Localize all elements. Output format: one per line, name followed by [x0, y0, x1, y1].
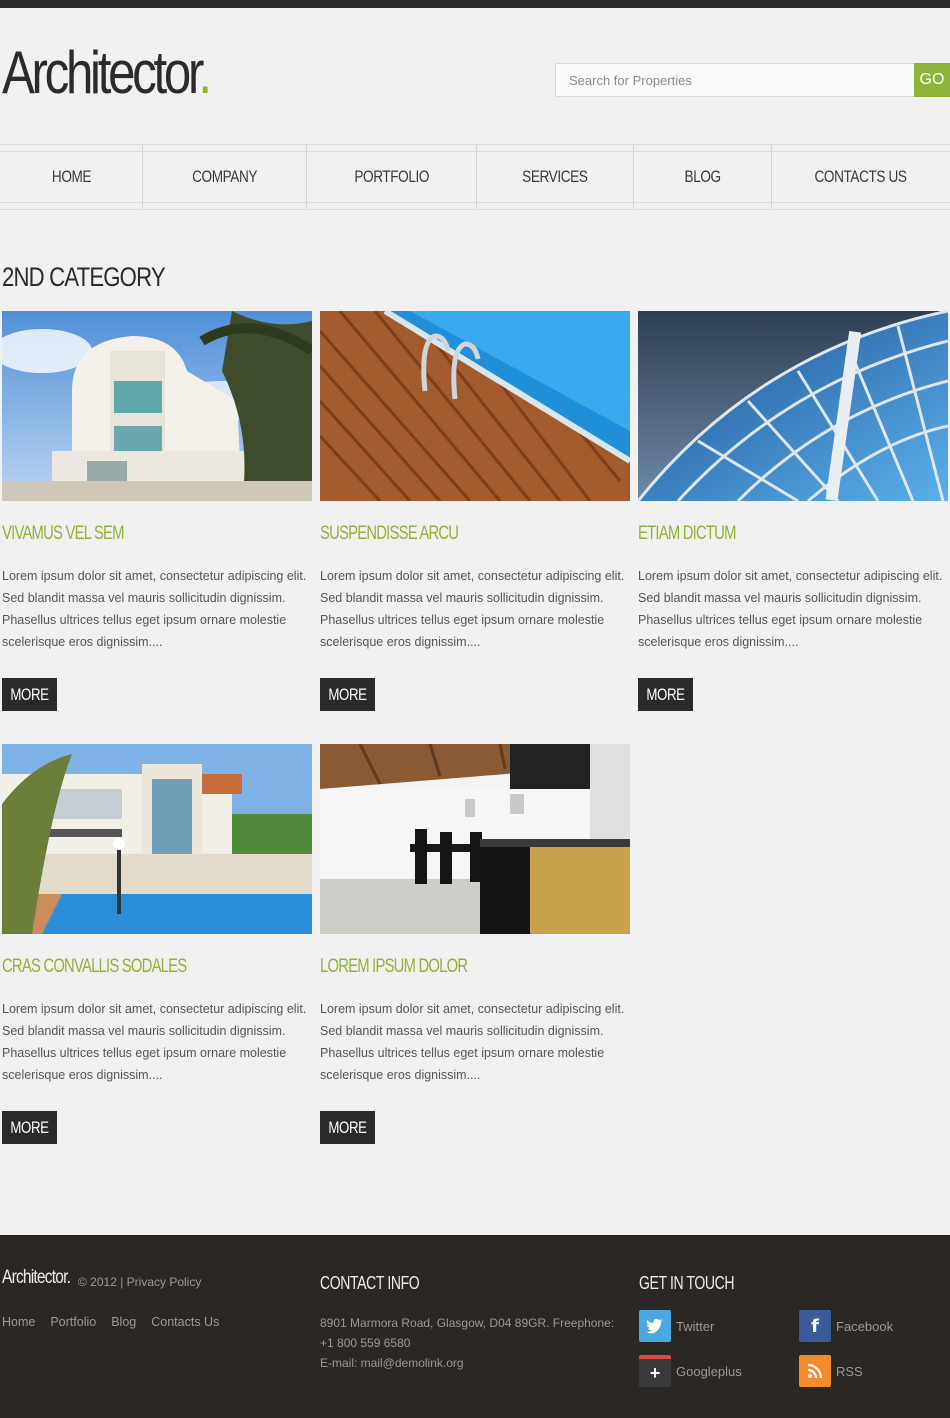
card: ETIAM DICTUM Lorem ipsum dolor sit amet,… — [638, 311, 948, 711]
more-button[interactable]: MORE — [320, 1111, 375, 1144]
footer-copyright[interactable]: © 2012 | Privacy Policy — [78, 1275, 201, 1289]
social-heading: GET IN TOUCH — [639, 1273, 735, 1293]
card-title[interactable]: VIVAMUS VEL SEM — [2, 523, 244, 547]
top-bar — [0, 0, 950, 8]
nav-item-home[interactable]: HOME — [0, 145, 142, 209]
social-link-twitter[interactable]: Twitter — [639, 1310, 714, 1342]
facebook-icon: f — [799, 1310, 831, 1342]
social-link-googleplus[interactable]: + Googleplus — [639, 1355, 742, 1387]
twitter-icon — [639, 1310, 671, 1342]
footer-logo[interactable]: Architector. — [2, 1267, 71, 1289]
footer-link-home[interactable]: Home — [2, 1315, 35, 1329]
card-text: Lorem ipsum dolor sit amet, consectetur … — [2, 569, 307, 649]
social-link-facebook[interactable]: f Facebook — [799, 1310, 893, 1342]
nav-item-blog[interactable]: BLOG — [634, 145, 771, 209]
footer: Architector. © 2012 | Privacy Policy Hom… — [0, 1235, 950, 1418]
search-input[interactable] — [555, 63, 915, 97]
footer-links: Home Portfolio Blog Contacts Us — [2, 1315, 219, 1329]
main-nav: HOME COMPANY PORTFOLIO SERVICES BLOG CON… — [0, 144, 950, 210]
nav-item-portfolio[interactable]: PORTFOLIO — [307, 145, 476, 209]
card-image-glass-roof[interactable] — [638, 311, 948, 501]
card-title[interactable]: SUSPENDISSE ARCU — [320, 523, 562, 547]
footer-link-portfolio[interactable]: Portfolio — [50, 1315, 96, 1329]
card-title[interactable]: ETIAM DICTUM — [638, 523, 880, 547]
more-button[interactable]: MORE — [2, 1111, 57, 1144]
contact-address: 8901 Marmora Road, Glasgow, D04 89GR. Fr… — [320, 1316, 615, 1350]
more-button[interactable]: MORE — [638, 678, 693, 711]
card-image-villa[interactable] — [2, 744, 312, 934]
card: VIVAMUS VEL SEM Lorem ipsum dolor sit am… — [2, 311, 312, 711]
footer-link-contacts[interactable]: Contacts Us — [151, 1315, 219, 1329]
card-image-building[interactable] — [2, 311, 312, 501]
card-title[interactable]: CRAS CONVALLIS SODALES — [2, 956, 244, 980]
site-logo[interactable]: Architector. — [2, 38, 212, 108]
card: LOREM IPSUM DOLOR Lorem ipsum dolor sit … — [320, 744, 630, 1144]
nav-item-company[interactable]: COMPANY — [143, 145, 306, 209]
footer-link-blog[interactable]: Blog — [111, 1315, 136, 1329]
nav-item-contacts[interactable]: CONTACTS US — [772, 145, 950, 209]
card-text: Lorem ipsum dolor sit amet, consectetur … — [2, 1002, 307, 1082]
googleplus-icon: + — [639, 1355, 671, 1387]
card-text: Lorem ipsum dolor sit amet, consectetur … — [638, 569, 943, 649]
more-button[interactable]: MORE — [2, 678, 57, 711]
card-image-kitchen[interactable] — [320, 744, 630, 934]
contact-info: 8901 Marmora Road, Glasgow, D04 89GR. Fr… — [320, 1313, 625, 1373]
contact-email[interactable]: E-mail: mail@demolink.org — [320, 1353, 625, 1373]
search-go-button[interactable]: GO — [914, 63, 950, 97]
social-link-rss[interactable]: RSS — [799, 1355, 863, 1387]
card-title[interactable]: LOREM IPSUM DOLOR — [320, 956, 562, 980]
card: SUSPENDISSE ARCU Lorem ipsum dolor sit a… — [320, 311, 630, 711]
card-image-pool[interactable] — [320, 311, 630, 501]
card-text: Lorem ipsum dolor sit amet, consectetur … — [320, 1002, 625, 1082]
rss-icon — [799, 1355, 831, 1387]
contact-heading: CONTACT INFO — [320, 1273, 420, 1293]
nav-item-services[interactable]: SERVICES — [477, 145, 633, 209]
more-button[interactable]: MORE — [320, 678, 375, 711]
card: CRAS CONVALLIS SODALES Lorem ipsum dolor… — [2, 744, 312, 1144]
page-title: 2ND CATEGORY — [2, 262, 166, 292]
card-text: Lorem ipsum dolor sit amet, consectetur … — [320, 569, 625, 649]
